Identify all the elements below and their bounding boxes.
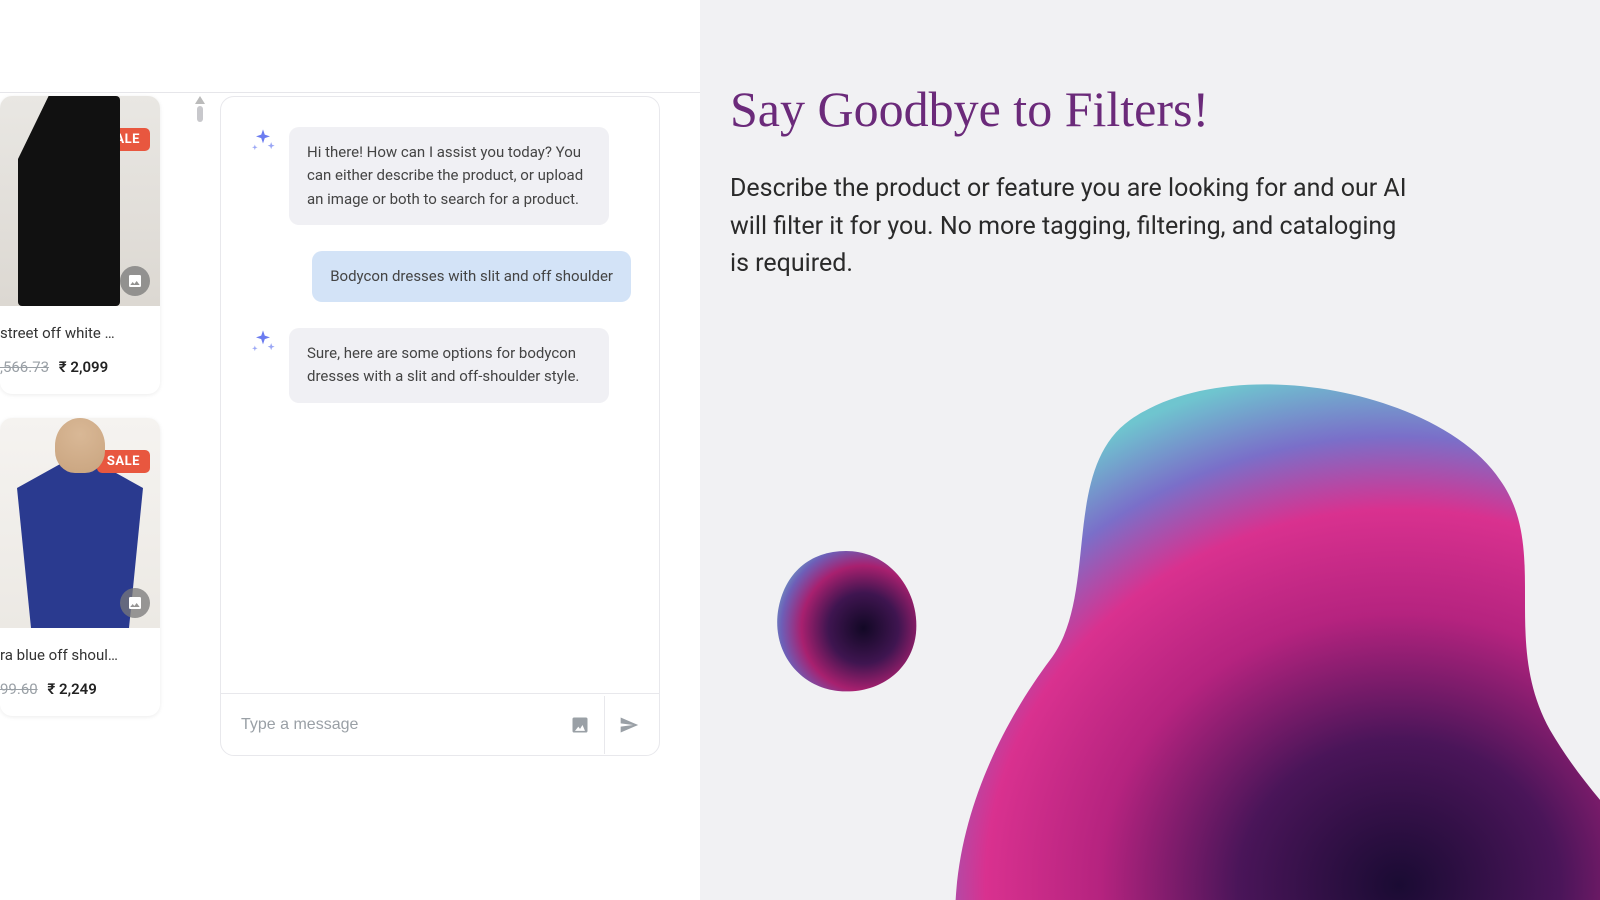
chat-message-bot: Hi there! How can I assist you today? Yo…: [249, 127, 631, 225]
product-image: SALE: [0, 96, 160, 306]
price-old: 99.60: [0, 680, 38, 698]
product-card[interactable]: SALE street off white … ,566.73 ₹ 2,099: [0, 96, 160, 394]
price-new: ₹ 2,249: [47, 680, 96, 698]
chat-message-bot: Sure, here are some options for bodycon …: [249, 328, 631, 403]
image-upload-icon[interactable]: [560, 705, 600, 745]
hero-title: Say Goodbye to Filters!: [730, 80, 1209, 138]
scroll-handle[interactable]: [194, 96, 206, 122]
divider: [604, 696, 605, 754]
divider: [0, 92, 700, 93]
product-price: ,566.73 ₹ 2,099: [0, 346, 160, 394]
hero-description: Describe the product or feature you are …: [730, 170, 1410, 283]
chat-bubble-bot: Sure, here are some options for bodycon …: [289, 328, 609, 403]
gradient-blob-large: [940, 360, 1600, 900]
sparkle-icon: [249, 127, 277, 155]
product-price: 99.60 ₹ 2,249: [0, 668, 160, 716]
app-screenshot-panel: SALE street off white … ,566.73 ₹ 2,099 …: [0, 0, 700, 900]
product-image: SALE: [0, 418, 160, 628]
chat-panel: Hi there! How can I assist you today? Yo…: [220, 96, 660, 756]
sale-badge: SALE: [97, 450, 150, 473]
product-title: ra blue off shoul…: [0, 628, 160, 668]
sale-badge: SALE: [97, 128, 150, 151]
chat-input[interactable]: [221, 694, 560, 755]
product-card[interactable]: SALE ra blue off shoul… 99.60 ₹ 2,249: [0, 418, 160, 716]
price-old: ,566.73: [0, 358, 49, 376]
sparkle-icon: [249, 328, 277, 356]
chat-bubble-user: Bodycon dresses with slit and off should…: [312, 251, 631, 302]
image-search-icon[interactable]: [120, 266, 150, 296]
send-icon[interactable]: [609, 705, 649, 745]
marketing-panel: Say Goodbye to Filters! Describe the pro…: [700, 0, 1600, 900]
chat-message-user: Bodycon dresses with slit and off should…: [249, 251, 631, 302]
image-search-icon[interactable]: [120, 588, 150, 618]
product-title: street off white …: [0, 306, 160, 346]
chat-input-bar: [221, 693, 659, 755]
chat-bubble-bot: Hi there! How can I assist you today? Yo…: [289, 127, 609, 225]
chat-messages: Hi there! How can I assist you today? Yo…: [221, 97, 659, 693]
price-new: ₹ 2,099: [59, 358, 108, 376]
gradient-blob-small: [772, 547, 920, 695]
product-results-column: SALE street off white … ,566.73 ₹ 2,099 …: [0, 96, 165, 740]
